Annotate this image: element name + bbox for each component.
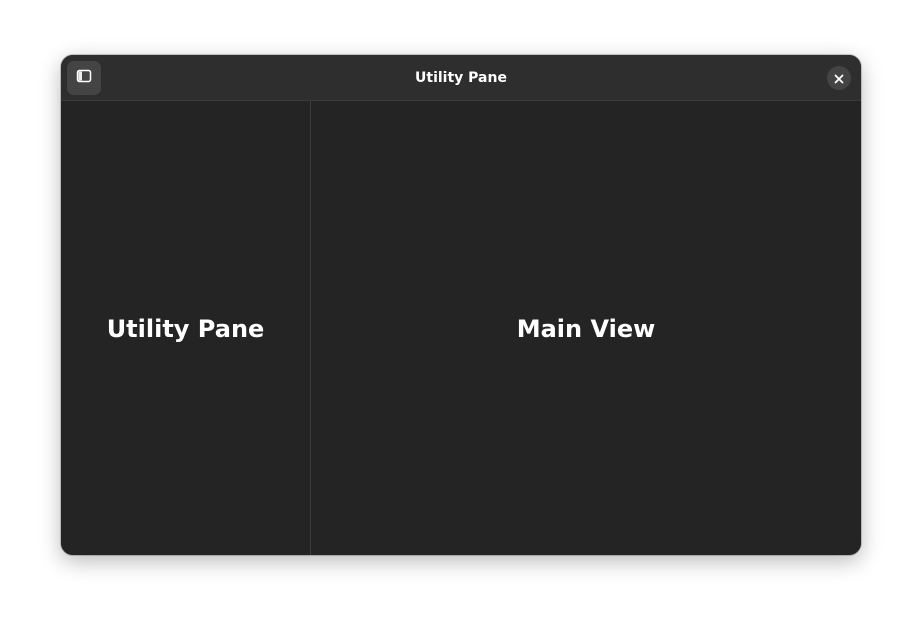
window-title: Utility Pane bbox=[415, 70, 507, 86]
main-view: Main View bbox=[311, 101, 861, 555]
close-icon bbox=[834, 69, 844, 88]
utility-pane-heading: Utility Pane bbox=[106, 315, 265, 343]
utility-pane: Utility Pane bbox=[61, 101, 311, 555]
headerbar: Utility Pane bbox=[61, 55, 861, 101]
close-button[interactable] bbox=[827, 66, 851, 90]
main-view-heading: Main View bbox=[516, 315, 656, 343]
app-window: Utility Pane Utility Pane Main View bbox=[61, 55, 861, 555]
